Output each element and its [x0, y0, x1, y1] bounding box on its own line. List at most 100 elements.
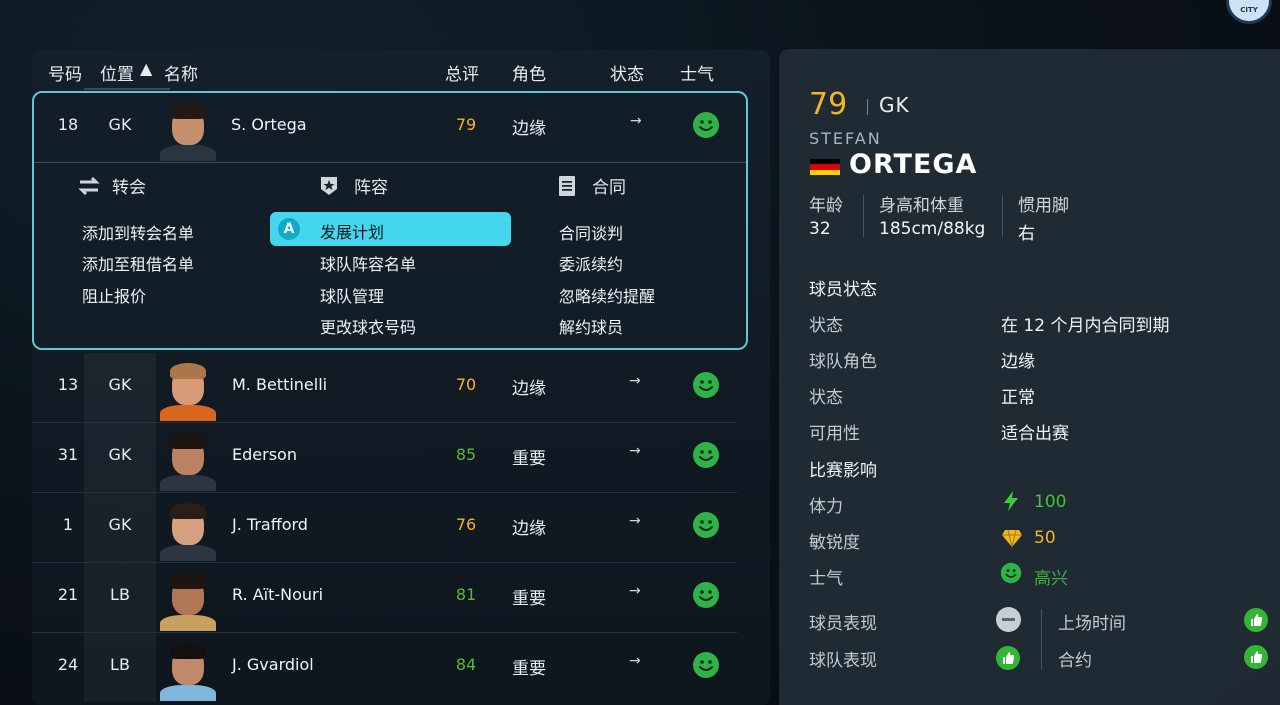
table-row[interactable]: 13 GK M. Bettinelli 70 边缘 →: [32, 353, 737, 423]
status-arrow-icon: →: [629, 373, 641, 389]
divider: [1041, 609, 1042, 669]
player-avatar: [158, 567, 218, 631]
thumbs-up-icon: [1244, 608, 1268, 632]
team-performance-label: 球队表现: [809, 651, 877, 671]
player-role: 边缘: [512, 119, 546, 139]
menu-item-label: 发展计划: [320, 223, 385, 242]
table-row[interactable]: 24 LB J. Gvardiol 84 重要 →: [32, 633, 737, 702]
table-row-selected[interactable]: 18 GK S. Ortega 79 边缘 →: [34, 93, 746, 163]
detail-last-name: ORTEGA: [849, 149, 978, 180]
morale-value: 高兴: [1034, 569, 1068, 589]
player-position: GK: [108, 115, 132, 134]
menu-squad-management[interactable]: 球队管理: [320, 283, 384, 307]
header-name[interactable]: 名称: [164, 60, 198, 85]
club-badge: CITY: [1226, 0, 1272, 24]
player-name: Ederson: [232, 445, 297, 464]
status-row-label: 状态: [809, 388, 843, 408]
detail-overall: 79: [809, 87, 848, 122]
menu-heading-squad: 阵容: [318, 173, 388, 198]
sharpness-value: 50: [1034, 528, 1056, 548]
squad-list-panel: 号码 位置 ▲ 名称 总评 角色 状态 士气 18 GK S. Ortega 7…: [32, 50, 770, 705]
morale-label: 士气: [809, 569, 843, 589]
menu-add-loan-list[interactable]: 添加至租借名单: [82, 251, 194, 275]
player-position: GK: [108, 515, 132, 534]
menu-add-transfer-list[interactable]: 添加到转会名单: [82, 220, 194, 244]
menu-heading-transfer: 转会: [76, 173, 146, 198]
happy-face-icon: [692, 651, 720, 683]
header-morale[interactable]: 士气: [680, 60, 714, 85]
sort-column-underline: [84, 88, 170, 90]
menu-block-offers[interactable]: 阻止报价: [82, 283, 146, 307]
status-row-label: 状态: [809, 316, 843, 336]
header-number[interactable]: 号码: [48, 60, 82, 85]
age-label: 年龄: [809, 196, 843, 216]
menu-squad-list[interactable]: 球队阵容名单: [320, 251, 416, 275]
table-row[interactable]: 31 GK Ederson 85 重要 →: [32, 423, 737, 493]
thumbs-up-icon: [996, 646, 1020, 670]
selected-player-card[interactable]: 18 GK S. Ortega 79 边缘 → 转会 添加到转会名单 添加至租借…: [32, 91, 748, 350]
player-overall: 76: [455, 515, 477, 534]
player-position: GK: [108, 375, 132, 394]
contract-label: 合约: [1058, 651, 1092, 671]
player-position: LB: [110, 585, 130, 604]
menu-change-shirt-number[interactable]: 更改球衣号码: [320, 314, 416, 338]
player-name: J. Gvardiol: [232, 655, 314, 674]
menu-delegate-renewal[interactable]: 委派续约: [559, 251, 623, 275]
player-overall: 70: [455, 375, 477, 394]
menu-development-plan[interactable]: A 发展计划: [270, 212, 511, 246]
player-name: R. Aït-Nouri: [232, 585, 324, 604]
table-row[interactable]: 21 LB R. Aït-Nouri 81 重要 →: [32, 563, 737, 633]
status-row-label: 可用性: [809, 424, 860, 444]
table-row[interactable]: 1 GK J. Trafford 76 边缘 →: [32, 493, 737, 563]
sharpness-label: 敏锐度: [809, 533, 860, 553]
header-status[interactable]: 状态: [610, 60, 644, 85]
divider: [867, 99, 868, 115]
stamina-value: 100: [1034, 492, 1067, 512]
stamina-label: 体力: [809, 497, 843, 517]
header-role[interactable]: 角色: [512, 60, 546, 85]
menu-contract-negotiation[interactable]: 合同谈判: [559, 220, 623, 244]
happy-face-icon: [692, 511, 720, 543]
document-icon: [556, 175, 582, 197]
menu-heading-label: 转会: [112, 178, 146, 198]
happy-face-icon: [1000, 562, 1022, 588]
player-name: M. Bettinelli: [232, 375, 328, 394]
transfer-arrows-icon: [76, 175, 102, 197]
status-row-value: 正常: [1001, 388, 1035, 408]
player-overall: 84: [455, 655, 477, 674]
neutral-performance-icon: [996, 607, 1021, 632]
player-avatar: [158, 427, 218, 491]
status-arrow-icon: →: [629, 443, 641, 459]
player-overall: 85: [455, 445, 477, 464]
foot-label: 惯用脚: [1018, 196, 1069, 216]
divider: [1002, 195, 1003, 237]
menu-heading-label: 阵容: [354, 178, 388, 198]
player-name: S. Ortega: [231, 115, 307, 134]
menu-ignore-renewal-reminder[interactable]: 忽略续约提醒: [559, 283, 655, 307]
status-row-value: 适合出赛: [1001, 424, 1069, 444]
body-value: 185cm/88kg: [879, 219, 986, 239]
divider: [863, 195, 864, 237]
status-arrow-icon: →: [629, 513, 641, 529]
player-role: 重要: [512, 589, 546, 609]
happy-face-icon: [692, 441, 720, 473]
status-row-label: 球队角色: [809, 352, 877, 372]
header-position[interactable]: 位置: [100, 60, 134, 85]
lightning-icon: [1001, 490, 1021, 516]
player-avatar: [158, 497, 218, 561]
player-avatar: [158, 357, 218, 421]
body-label: 身高和体重: [879, 196, 964, 216]
detail-first-name: STEFAN: [809, 129, 882, 148]
status-row-value: 边缘: [1001, 352, 1035, 372]
menu-release-player[interactable]: 解约球员: [559, 314, 623, 338]
a-button-icon: A: [278, 218, 300, 240]
match-impact-section-title: 比赛影响: [809, 461, 877, 481]
happy-face-icon: [692, 371, 720, 403]
thumbs-up-icon: [1244, 645, 1268, 669]
player-role: 重要: [512, 659, 546, 679]
header-overall[interactable]: 总评: [445, 60, 479, 85]
detail-position: GK: [879, 93, 910, 117]
menu-heading-contract: 合同: [556, 173, 626, 198]
happy-face-icon: [692, 111, 720, 143]
player-detail-panel: 79 GK STEFAN ORTEGA 年龄 32 身高和体重 185cm/88…: [779, 49, 1280, 705]
